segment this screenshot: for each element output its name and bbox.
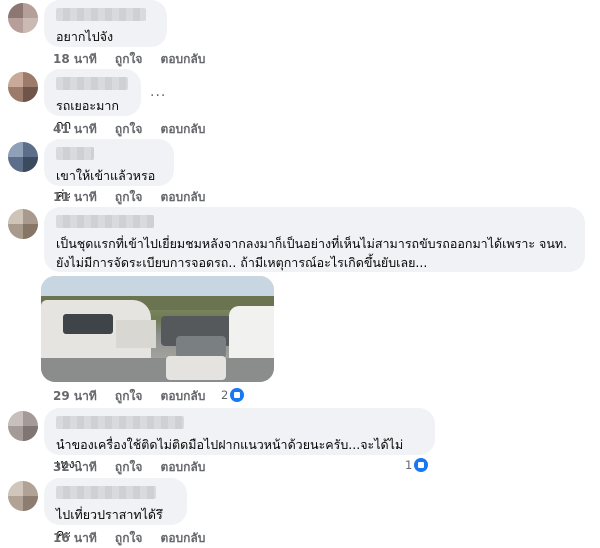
like-icon xyxy=(230,388,245,402)
like-icon xyxy=(414,458,429,472)
comment-time[interactable]: 29 นาที xyxy=(53,389,97,403)
avatar[interactable] xyxy=(8,411,38,441)
reply-button[interactable]: ตอบกลับ xyxy=(161,52,206,66)
avatar[interactable] xyxy=(8,481,38,511)
reaction-number: 2 xyxy=(221,388,229,402)
avatar[interactable] xyxy=(8,3,38,33)
avatar[interactable] xyxy=(8,142,38,172)
comment-actions: 41 นาที ถูกใจ ตอบกลับ xyxy=(53,120,219,139)
like-button[interactable]: ถูกใจ xyxy=(115,122,142,136)
reply-button[interactable]: ตอบกลับ xyxy=(161,460,206,474)
reaction-number: 1 xyxy=(405,458,413,472)
like-button[interactable]: ถูกใจ xyxy=(115,389,142,403)
comment-text: อยากไปจัง xyxy=(56,29,114,44)
comment-actions: 32 นาที ถูกใจ ตอบกลับ xyxy=(53,458,219,477)
reply-button[interactable]: ตอบกลับ xyxy=(161,389,206,403)
commenter-name[interactable] xyxy=(56,416,184,429)
comment-bubble: นำของเครื่องใช้ติดไม่ติดมือไปฝากแนวหน้าด… xyxy=(44,408,435,471)
commenter-name[interactable] xyxy=(56,215,154,228)
comment-bubble: ไปเที่ยวปราสาทได้รึคะ xyxy=(44,478,187,541)
commenter-name[interactable] xyxy=(56,77,128,90)
commenter-name[interactable] xyxy=(56,486,156,499)
comment-time[interactable]: 18 นาที xyxy=(53,52,97,66)
reaction-count[interactable]: 2 xyxy=(221,388,245,402)
commenter-name[interactable] xyxy=(56,147,94,160)
comment-bubble: เขาให้เข้าแล้วหรอค่ะ xyxy=(44,139,174,202)
comment-time[interactable]: 41 นาที xyxy=(53,122,97,136)
reply-button[interactable]: ตอบกลับ xyxy=(161,122,206,136)
commenter-name[interactable] xyxy=(56,8,146,21)
avatar[interactable] xyxy=(8,209,38,239)
comment-text: เป็นชุดแรกที่เข้าไปเยี่ยมชมหลังจากลงมาก็… xyxy=(56,236,568,270)
reply-button[interactable]: ตอบกลับ xyxy=(161,531,206,545)
reaction-count[interactable]: 1 xyxy=(405,458,429,472)
like-button[interactable]: ถูกใจ xyxy=(115,190,142,204)
comment-bubble: อยากไปจัง xyxy=(44,0,167,47)
avatar[interactable] xyxy=(8,72,38,102)
comment-time[interactable]: 11 นาที xyxy=(53,190,97,204)
comment-actions: 16 นาที ถูกใจ ตอบกลับ xyxy=(53,529,219,548)
comment-actions: 29 นาที ถูกใจ ตอบกลับ xyxy=(53,387,219,406)
reply-button[interactable]: ตอบกลับ xyxy=(161,190,206,204)
comment-actions: 18 นาที ถูกใจ ตอบกลับ xyxy=(53,50,219,69)
comment-bubble: เป็นชุดแรกที่เข้าไปเยี่ยมชมหลังจากลงมาก็… xyxy=(44,207,585,272)
more-options-icon[interactable]: ... xyxy=(150,84,166,100)
comment-bubble: รถเยอะมากกก xyxy=(44,69,141,132)
like-button[interactable]: ถูกใจ xyxy=(115,460,142,474)
comment-time[interactable]: 32 นาที xyxy=(53,460,97,474)
like-button[interactable]: ถูกใจ xyxy=(115,52,142,66)
comment-actions: 11 นาที ถูกใจ ตอบกลับ xyxy=(53,188,219,207)
like-button[interactable]: ถูกใจ xyxy=(115,531,142,545)
attached-photo[interactable] xyxy=(41,276,274,382)
comment-time[interactable]: 16 นาที xyxy=(53,531,97,545)
